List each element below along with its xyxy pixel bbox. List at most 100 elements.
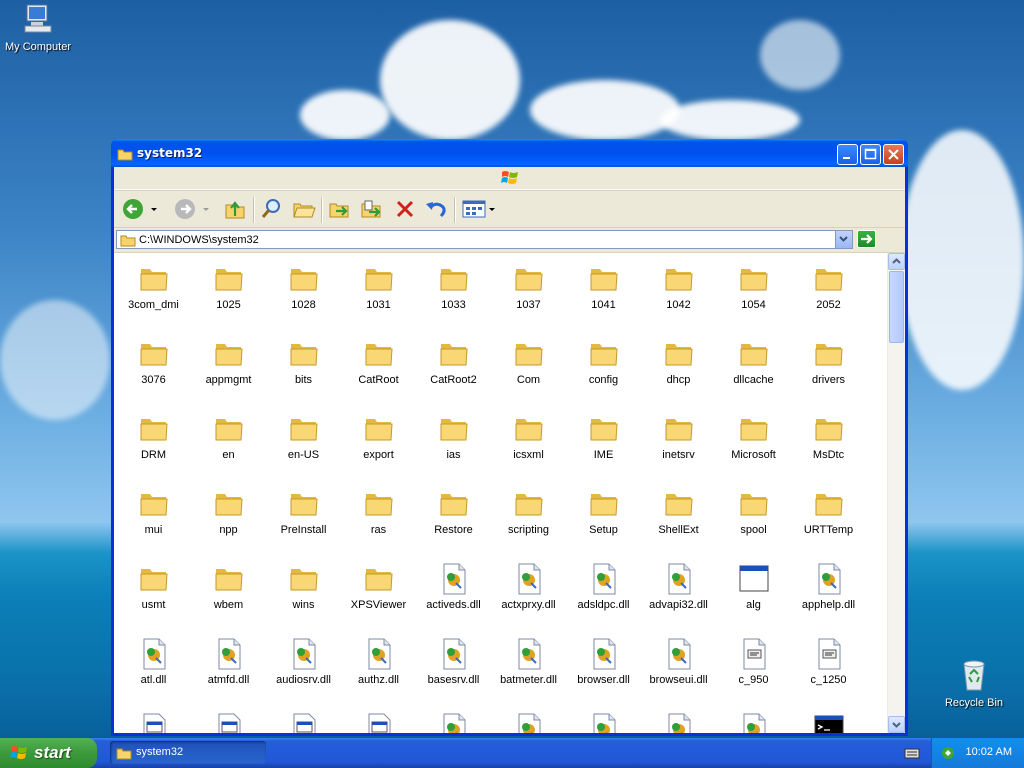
folder-item[interactable]: mui xyxy=(116,482,191,552)
folder-item[interactable]: Setup xyxy=(566,482,641,552)
folder-item[interactable]: en xyxy=(191,407,266,477)
vertical-scrollbar[interactable] xyxy=(887,253,905,733)
folder-item[interactable]: bits xyxy=(266,332,341,402)
folder-item[interactable]: 1037 xyxy=(491,257,566,327)
file-item[interactable] xyxy=(116,707,191,733)
taskbar-button-system32[interactable]: system32 xyxy=(110,741,266,764)
file-item[interactable]: apphelp.dll xyxy=(791,557,866,627)
item-label: Microsoft xyxy=(731,449,776,461)
folder-item[interactable]: npp xyxy=(191,482,266,552)
folder-item[interactable]: appmgmt xyxy=(191,332,266,402)
views-button[interactable] xyxy=(461,198,497,223)
file-item[interactable]: actxprxy.dll xyxy=(491,557,566,627)
folder-item[interactable]: IME xyxy=(566,407,641,477)
search-button[interactable] xyxy=(260,198,284,223)
folder-item[interactable]: ShellExt xyxy=(641,482,716,552)
file-item[interactable]: audiosrv.dll xyxy=(266,632,341,702)
address-field[interactable]: C:\WINDOWS\system32 xyxy=(116,230,853,249)
network-tray-icon[interactable] xyxy=(940,745,956,764)
scroll-up-button[interactable] xyxy=(888,253,905,270)
folder-item[interactable]: usmt xyxy=(116,557,191,627)
folder-item[interactable]: 2052 xyxy=(791,257,866,327)
folders-button[interactable] xyxy=(292,198,316,223)
file-item[interactable]: atmfd.dll xyxy=(191,632,266,702)
folder-item[interactable]: Restore xyxy=(416,482,491,552)
up-folder-button[interactable] xyxy=(224,198,246,223)
window-titlebar[interactable]: system32 xyxy=(111,139,908,167)
folder-item[interactable]: 1025 xyxy=(191,257,266,327)
folder-item[interactable]: scripting xyxy=(491,482,566,552)
file-item[interactable]: activeds.dll xyxy=(416,557,491,627)
copy-to-button[interactable] xyxy=(360,198,384,223)
file-item[interactable]: c_950 xyxy=(716,632,791,702)
keyboard-icon[interactable] xyxy=(904,746,920,763)
delete-button[interactable] xyxy=(394,198,416,223)
folder-item[interactable]: dhcp xyxy=(641,332,716,402)
folder-item[interactable]: XPSViewer xyxy=(341,557,416,627)
file-item[interactable]: browseui.dll xyxy=(641,632,716,702)
folder-item[interactable]: ias xyxy=(416,407,491,477)
folder-item[interactable]: wbem xyxy=(191,557,266,627)
file-item[interactable] xyxy=(491,707,566,733)
move-to-button[interactable] xyxy=(328,198,352,223)
file-item[interactable] xyxy=(341,707,416,733)
file-item[interactable]: advapi32.dll xyxy=(641,557,716,627)
file-item[interactable]: c_1250 xyxy=(791,632,866,702)
folder-item[interactable]: URTTemp xyxy=(791,482,866,552)
folder-item[interactable]: drivers xyxy=(791,332,866,402)
file-item[interactable]: basesrv.dll xyxy=(416,632,491,702)
folder-item[interactable]: Com xyxy=(491,332,566,402)
folder-item[interactable]: icsxml xyxy=(491,407,566,477)
forward-button[interactable] xyxy=(174,198,210,223)
folder-item[interactable]: dllcache xyxy=(716,332,791,402)
close-button[interactable] xyxy=(883,144,904,165)
minimize-button[interactable] xyxy=(837,144,858,165)
scroll-thumb[interactable] xyxy=(889,271,904,343)
maximize-button[interactable] xyxy=(860,144,881,165)
folder-item[interactable]: 1054 xyxy=(716,257,791,327)
folder-item[interactable]: PreInstall xyxy=(266,482,341,552)
file-item[interactable] xyxy=(191,707,266,733)
folder-item[interactable]: 1033 xyxy=(416,257,491,327)
file-item[interactable]: adsldpc.dll xyxy=(566,557,641,627)
folder-item[interactable]: en-US xyxy=(266,407,341,477)
undo-button[interactable] xyxy=(424,198,448,223)
folder-item[interactable]: wins xyxy=(266,557,341,627)
file-item[interactable] xyxy=(566,707,641,733)
folder-item[interactable]: spool xyxy=(716,482,791,552)
folder-item[interactable]: 1041 xyxy=(566,257,641,327)
address-dropdown-button[interactable] xyxy=(835,231,852,248)
my-computer-desktop-icon[interactable]: My Computer xyxy=(0,2,76,53)
scroll-down-button[interactable] xyxy=(888,716,905,733)
folder-item[interactable]: 1042 xyxy=(641,257,716,327)
folder-item[interactable]: Microsoft xyxy=(716,407,791,477)
folder-item[interactable]: config xyxy=(566,332,641,402)
folder-item[interactable]: CatRoot xyxy=(341,332,416,402)
item-label: 1042 xyxy=(666,299,691,311)
folder-item[interactable]: CatRoot2 xyxy=(416,332,491,402)
file-item[interactable] xyxy=(716,707,791,733)
folder-item[interactable]: export xyxy=(341,407,416,477)
file-item[interactable]: atl.dll xyxy=(116,632,191,702)
file-item[interactable]: batmeter.dll xyxy=(491,632,566,702)
file-item[interactable] xyxy=(791,707,866,733)
recycle-bin-desktop-icon[interactable]: Recycle Bin xyxy=(936,656,1012,709)
file-item[interactable] xyxy=(266,707,341,733)
folder-item[interactable]: MsDtc xyxy=(791,407,866,477)
clock[interactable]: 10:02 AM xyxy=(966,746,1012,758)
folder-item[interactable]: DRM xyxy=(116,407,191,477)
folder-item[interactable]: 3076 xyxy=(116,332,191,402)
file-item[interactable]: authz.dll xyxy=(341,632,416,702)
file-item[interactable] xyxy=(416,707,491,733)
back-button[interactable] xyxy=(122,198,158,223)
file-item[interactable] xyxy=(641,707,716,733)
folder-item[interactable]: ras xyxy=(341,482,416,552)
folder-item[interactable]: 1031 xyxy=(341,257,416,327)
folder-item[interactable]: 1028 xyxy=(266,257,341,327)
file-item[interactable]: browser.dll xyxy=(566,632,641,702)
start-button[interactable]: start xyxy=(0,738,97,768)
file-item[interactable]: alg xyxy=(716,557,791,627)
folder-item[interactable]: 3com_dmi xyxy=(116,257,191,327)
go-button[interactable] xyxy=(857,230,876,248)
folder-item[interactable]: inetsrv xyxy=(641,407,716,477)
